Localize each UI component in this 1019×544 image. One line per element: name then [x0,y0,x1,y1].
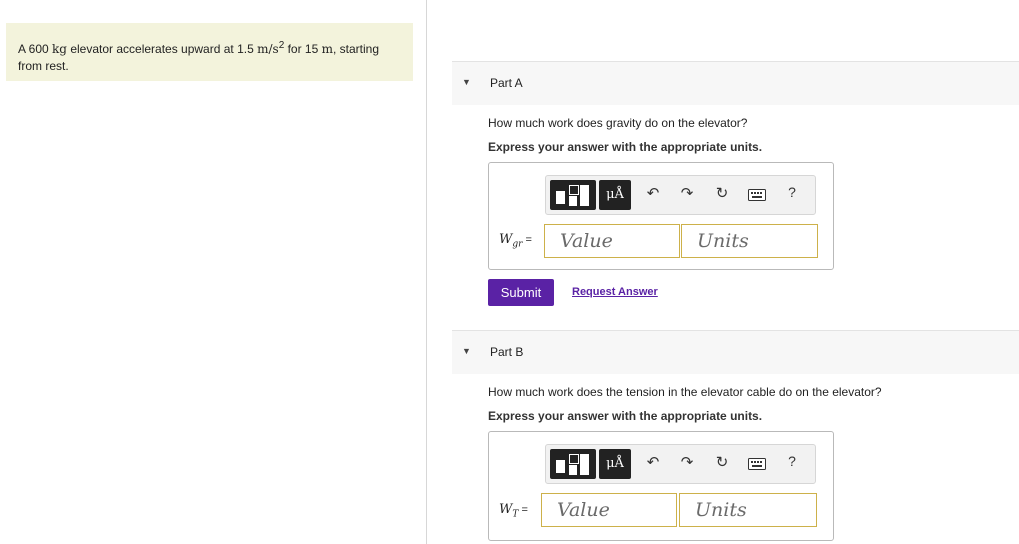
keyboard-icon[interactable] [747,188,767,205]
part-b-title: Part B [490,345,524,359]
submit-button[interactable]: Submit [488,279,554,306]
redo-icon[interactable]: ↷ [677,453,697,471]
reset-icon[interactable]: ↻ [712,184,732,202]
part-b-variable-label: WT = [499,502,528,520]
collapse-triangle-icon[interactable]: ▼ [462,77,471,87]
templates-button[interactable] [550,180,596,210]
problem-text-3: for 15 [284,42,322,56]
part-b-value-input[interactable]: Value [541,493,677,527]
unit-m: m [321,42,333,56]
part-a-title: Part A [490,76,523,90]
part-b-instruction: Express your answer with the appropriate… [488,409,763,423]
problem-text-2: elevator accelerates upward at 1.5 [66,42,258,56]
problem-text-1: A 600 [18,42,53,56]
part-b-answer-box: μÅ ↶ ↷ ↻ ? WT = Value Units [488,431,834,541]
collapse-triangle-icon[interactable]: ▼ [462,346,471,356]
column-divider [426,0,427,544]
part-b-units-input[interactable]: Units [679,493,817,527]
part-a-math-toolbar: μÅ ↶ ↷ ↻ ? [545,175,816,215]
problem-text-5: from rest. [18,59,69,73]
problem-text-4: , starting [333,42,380,56]
units-button[interactable]: μÅ [599,449,631,479]
help-icon[interactable]: ? [782,453,802,469]
part-a-variable-label: Wgr = [499,232,532,250]
part-b-math-toolbar: μÅ ↶ ↷ ↻ ? [545,444,816,484]
help-icon[interactable]: ? [782,184,802,200]
part-a-instruction: Express your answer with the appropriate… [488,140,763,154]
part-a-question: How much work does gravity do on the ele… [488,116,748,130]
part-a-header[interactable]: ▼ Part A [452,61,1019,105]
unit-accel: m/s [257,42,279,56]
reset-icon[interactable]: ↻ [712,453,732,471]
undo-icon[interactable]: ↶ [643,184,663,202]
units-button[interactable]: μÅ [599,180,631,210]
part-a-value-input[interactable]: Value [544,224,680,258]
part-b-question: How much work does the tension in the el… [488,385,882,399]
template-icon [556,191,565,204]
problem-statement: A 600 kg elevator accelerates upward at … [6,23,413,81]
part-b-header[interactable]: ▼ Part B [452,330,1019,374]
redo-icon[interactable]: ↷ [677,184,697,202]
keyboard-icon[interactable] [747,457,767,474]
part-a-answer-box: μÅ ↶ ↷ ↻ ? Wgr = Value Units [488,162,834,270]
undo-icon[interactable]: ↶ [643,453,663,471]
template-icon [556,460,565,473]
part-a-units-input[interactable]: Units [681,224,818,258]
unit-kg: kg [52,42,67,56]
request-answer-link[interactable]: Request Answer [572,286,658,298]
templates-button[interactable] [550,449,596,479]
